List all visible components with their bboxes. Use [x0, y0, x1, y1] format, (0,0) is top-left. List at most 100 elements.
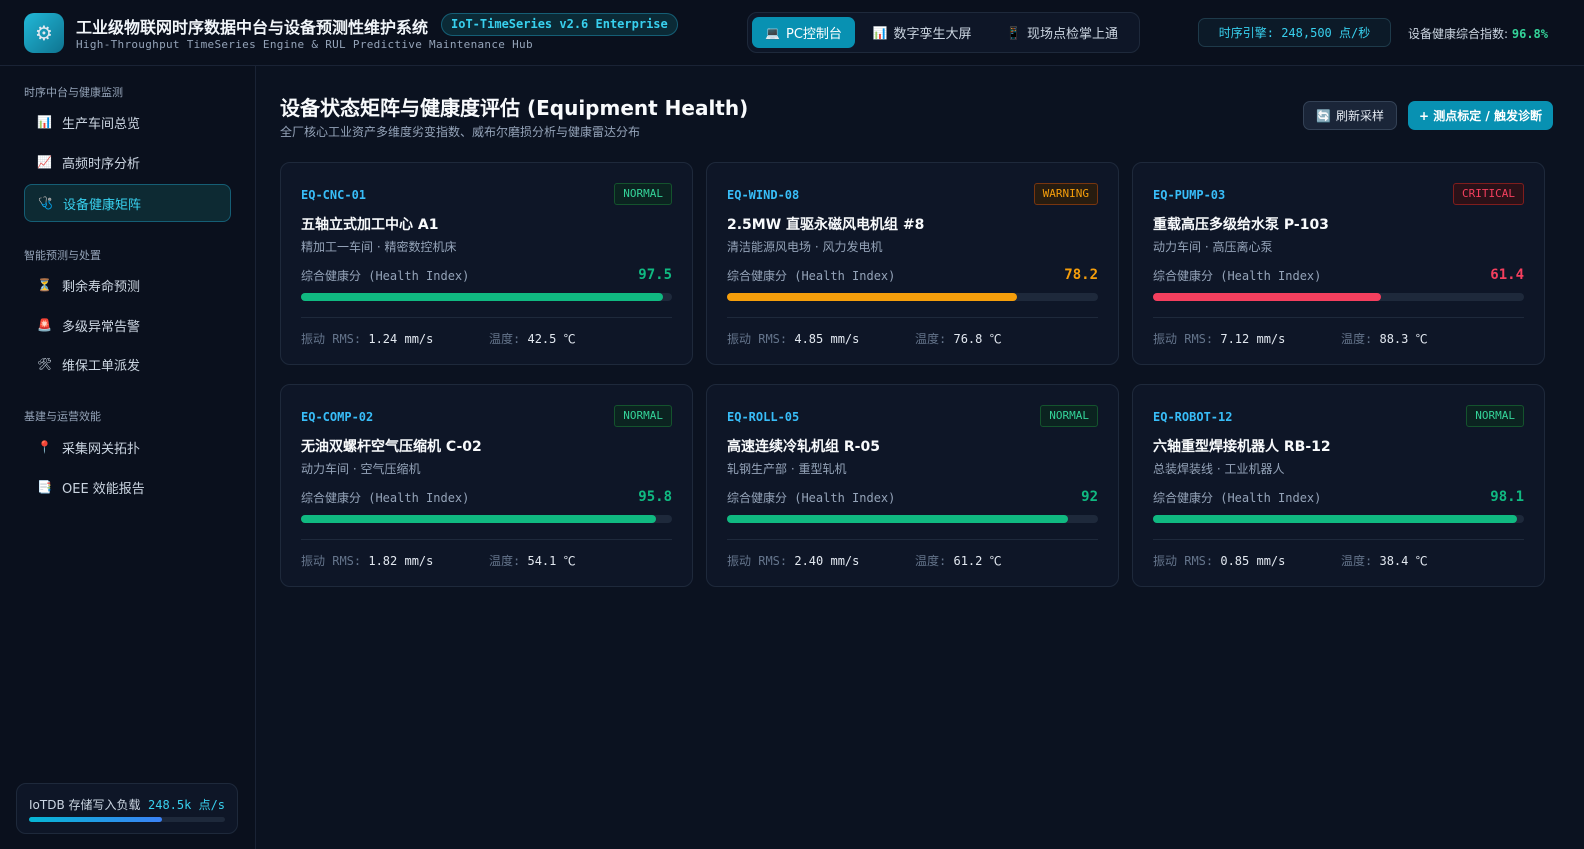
health-index-value: 61.4 [1490, 267, 1524, 283]
vibration-label: 振动 RMS: [1153, 554, 1214, 568]
health-index-fill [1153, 293, 1381, 301]
temperature-label: 温度: [1341, 332, 1373, 346]
vibration-metric: 振动 RMS: 2.40 mm/s [727, 552, 859, 569]
app-subtitle: High-Throughput TimeSeries Engine & RUL … [76, 38, 533, 51]
sidebar-item-label: OEE 效能报告 [62, 481, 145, 497]
equipment-location: 清洁能源风电场 · 风力发电机 [727, 240, 883, 254]
equipment-id: EQ-COMP-02 [301, 410, 374, 424]
vibration-label: 振动 RMS: [727, 554, 788, 568]
line-chart-icon: 📈 [37, 155, 52, 169]
sidebar: 时序中台与健康监测 📊 生产车间总览 📈 高频时序分析 🩺 设备健康矩阵 智能预… [0, 66, 256, 849]
vibration-label: 振动 RMS: [727, 332, 788, 346]
health-index-label: 综合健康分 (Health Index) [1153, 491, 1322, 505]
temperature-metric: 温度: 38.4 ℃ [1341, 552, 1428, 569]
storage-load-label: IoTDB 存储写入负载 [29, 798, 141, 812]
equipment-card[interactable]: EQ-COMP-02 NORMAL 无油双螺杆空气压缩机 C-02 动力车间 · 空气… [280, 384, 693, 587]
view-label: 数字孪生大屏 [893, 27, 972, 42]
refresh-sample-button[interactable]: 🔄 刷新采样 [1303, 101, 1397, 130]
storage-load-fill [29, 817, 163, 822]
sidebar-item-oee-report[interactable]: 📑 OEE 效能报告 [24, 468, 231, 506]
temperature-label: 温度: [489, 554, 521, 568]
equipment-card[interactable]: EQ-ROBOT-12 NORMAL 六轴重型焊接机器人 RB-12 总装焊装线 · … [1132, 384, 1545, 587]
nav-group-title: 时序中台与健康监测 [24, 86, 123, 99]
tools-icon: 🛠 [37, 357, 53, 371]
sidebar-item-workshop-overview[interactable]: 📊 生产车间总览 [24, 103, 231, 141]
sidebar-item-health-matrix[interactable]: 🩺 设备健康矩阵 [24, 184, 231, 222]
page-subtitle: 全厂核心工业资产多维度劣变指数、威布尔磨损分析与健康雷达分布 [280, 125, 641, 139]
sidebar-item-timeseries-analysis[interactable]: 📈 高频时序分析 [24, 143, 231, 181]
overall-health-index: 设备健康综合指数: 96.8% [1408, 25, 1548, 42]
health-index-bar [301, 515, 672, 523]
equipment-location: 精加工一车间 · 精密数控机床 [301, 240, 457, 254]
temperature-value: 54.1 ℃ [527, 554, 576, 568]
page-title: 设备状态矩阵与健康度评估 (Equipment Health) [280, 96, 749, 120]
bar-chart-icon: 📊 [37, 115, 52, 129]
siren-icon: 🚨 [37, 318, 52, 332]
calibrate-diagnose-button[interactable]: + 测点标定 / 触发诊断 [1408, 101, 1553, 130]
equipment-id: EQ-WIND-08 [727, 188, 800, 202]
laptop-icon: 💻 [765, 25, 781, 40]
gear-icon[interactable]: ⚙ [24, 13, 64, 53]
temperature-metric: 温度: 88.3 ℃ [1341, 330, 1428, 347]
temperature-label: 温度: [915, 554, 947, 568]
storage-load-value: 248.5k 点/s [148, 798, 226, 812]
card-divider [1153, 317, 1524, 318]
health-index-label: 设备健康综合指数: [1408, 27, 1509, 41]
view-pc-console-button[interactable]: 💻 PC控制台 [752, 17, 855, 48]
sidebar-item-work-orders[interactable]: 🛠 维保工单派发 [24, 345, 231, 383]
equipment-name: 高速连续冷轧机组 R-05 [727, 439, 880, 455]
status-badge: NORMAL [614, 405, 672, 427]
vibration-value: 4.85 mm/s [794, 332, 860, 346]
status-badge: NORMAL [614, 183, 672, 205]
equipment-id: EQ-ROLL-05 [727, 410, 800, 424]
equipment-card[interactable]: EQ-ROLL-05 NORMAL 高速连续冷轧机组 R-05 轧钢生产部 · 重型轧… [706, 384, 1119, 587]
health-index-bar [727, 293, 1098, 301]
status-badge: NORMAL [1040, 405, 1098, 427]
equipment-location: 动力车间 · 空气压缩机 [301, 462, 421, 476]
stethoscope-icon: 🩺 [38, 196, 53, 210]
vibration-value: 2.40 mm/s [794, 554, 860, 568]
health-index-label: 综合健康分 (Health Index) [301, 491, 470, 505]
vibration-value: 0.85 mm/s [1220, 554, 1286, 568]
card-divider [301, 539, 672, 540]
view-digital-twin-button[interactable]: 📊 数字孪生大屏 [862, 17, 982, 48]
equipment-card[interactable]: EQ-PUMP-03 CRITICAL 重载高压多级给水泵 P-103 动力车间 · … [1132, 162, 1545, 365]
sidebar-item-label: 采集网关拓扑 [62, 441, 141, 457]
card-divider [1153, 539, 1524, 540]
health-index-fill [301, 515, 657, 523]
sidebar-item-anomaly-alerts[interactable]: 🚨 多级异常告警 [24, 306, 231, 344]
vibration-metric: 振动 RMS: 0.85 mm/s [1153, 552, 1285, 569]
health-index-fill [727, 293, 1018, 301]
vibration-value: 1.24 mm/s [368, 332, 434, 346]
vibration-label: 振动 RMS: [301, 554, 362, 568]
equipment-location: 动力车间 · 高压离心泵 [1153, 240, 1273, 254]
version-badge: IoT-TimeSeries v2.6 Enterprise [441, 13, 678, 36]
nav-group-title: 基建与运营效能 [24, 410, 101, 423]
equipment-id: EQ-CNC-01 [301, 188, 367, 202]
vibration-label: 振动 RMS: [301, 332, 362, 346]
equipment-name: 无油双螺杆空气压缩机 C-02 [301, 439, 482, 455]
sidebar-item-gateway-topology[interactable]: 📍 采集网关拓扑 [24, 428, 231, 466]
health-index-label: 综合健康分 (Health Index) [301, 269, 470, 283]
sidebar-item-label: 剩余寿命预测 [62, 279, 141, 295]
equipment-card[interactable]: EQ-WIND-08 WARNING 2.5MW 直驱永磁风电机组 #8 清洁能源风电… [706, 162, 1119, 365]
refresh-icon: 🔄 [1316, 108, 1331, 123]
health-index-value: 92 [1081, 489, 1098, 505]
vibration-metric: 振动 RMS: 1.82 mm/s [301, 552, 433, 569]
nav-group-title: 智能预测与处置 [24, 249, 101, 262]
view-switcher: 💻 PC控制台 📊 数字孪生大屏 📱 现场点检掌上通 [747, 12, 1140, 53]
equipment-location: 轧钢生产部 · 重型轧机 [727, 462, 847, 476]
health-index-value: 96.8% [1511, 27, 1548, 41]
vibration-metric: 振动 RMS: 4.85 mm/s [727, 330, 859, 347]
view-mobile-inspection-button[interactable]: 📱 现场点检掌上通 [991, 17, 1133, 48]
chart-icon: 📊 [872, 25, 888, 40]
equipment-card[interactable]: EQ-CNC-01 NORMAL 五轴立式加工中心 A1 精加工一车间 · 精密数控机… [280, 162, 693, 365]
vibration-value: 7.12 mm/s [1220, 332, 1286, 346]
storage-load-card: IoTDB 存储写入负载 248.5k 点/s [16, 783, 238, 834]
equipment-location: 总装焊装线 · 工业机器人 [1153, 462, 1285, 476]
health-index-bar [1153, 515, 1524, 523]
health-index-fill [727, 515, 1069, 523]
sidebar-item-rul-prediction[interactable]: ⏳ 剩余寿命预测 [24, 266, 231, 304]
temperature-value: 61.2 ℃ [953, 554, 1002, 568]
temperature-value: 38.4 ℃ [1379, 554, 1428, 568]
